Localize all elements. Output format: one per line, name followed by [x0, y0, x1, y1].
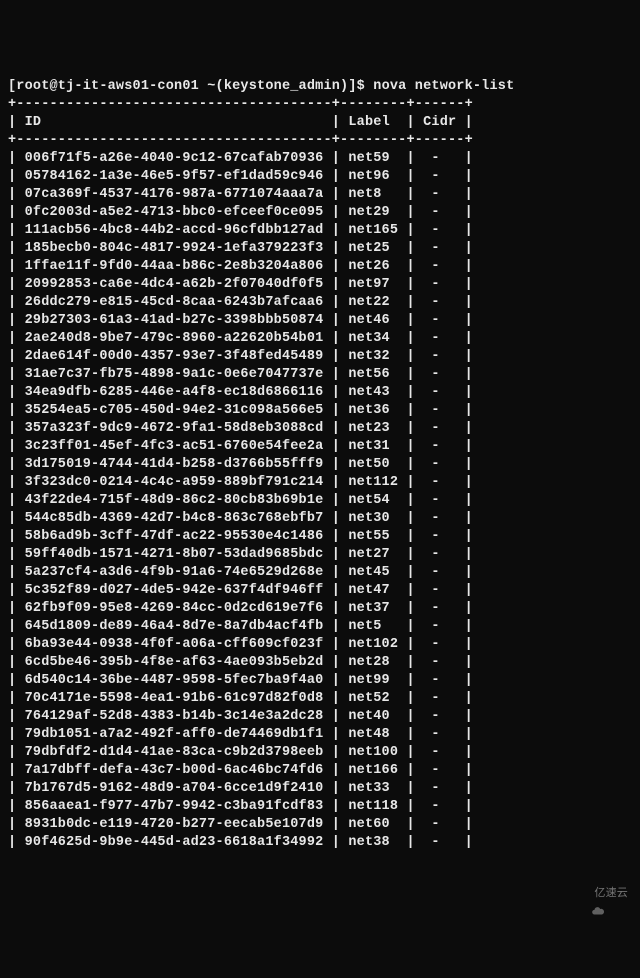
- header-id: ID: [25, 115, 42, 130]
- table-border-top: +--------------------------------------+…: [8, 97, 473, 112]
- cloud-icon: [578, 886, 592, 900]
- terminal-output: [root@tj-it-aws01-con01 ~(keystone_admin…: [8, 78, 632, 852]
- prompt-text: [root@tj-it-aws01-con01 ~(keystone_admin…: [8, 79, 365, 94]
- header-cidr: Cidr: [423, 115, 456, 130]
- table-header-row: | ID | Label | Cidr |: [8, 115, 473, 130]
- table-body: | 006f71f5-a26e-4040-9c12-67cafab70936 |…: [8, 151, 473, 850]
- prompt-line: [root@tj-it-aws01-con01 ~(keystone_admin…: [8, 79, 514, 94]
- header-label: Label: [348, 115, 390, 130]
- watermark-text: 亿速云: [594, 887, 628, 899]
- table-border-mid: +--------------------------------------+…: [8, 133, 473, 148]
- watermark: 亿速云: [572, 866, 628, 902]
- command-text[interactable]: nova network-list: [373, 79, 514, 94]
